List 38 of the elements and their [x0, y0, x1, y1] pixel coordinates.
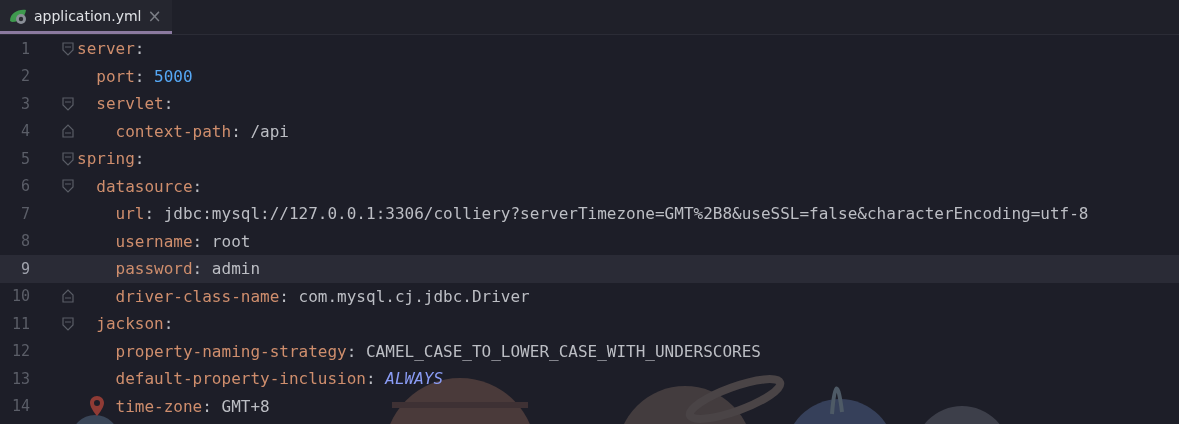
code-line: username: root: [115, 231, 251, 251]
code-line: context-path: /api: [115, 121, 289, 141]
line-number: 3: [19, 94, 30, 113]
code-line: driver-class-name: com.mysql.cj.jdbc.Driver: [115, 286, 530, 306]
code-line: property-naming-strategy: CAMEL_CASE_TO_LOWER_CASE_WITH_UNDERSCORES: [115, 341, 761, 361]
line-number: 5: [19, 149, 30, 168]
code-line: port: 5000: [96, 66, 193, 86]
line-number: 8: [19, 232, 30, 251]
fold-icon[interactable]: [62, 179, 74, 194]
code-line: password: admin: [115, 259, 261, 279]
code-line: spring:: [77, 149, 145, 169]
file-tab[interactable]: application.yml ×: [0, 0, 172, 34]
fold-icon[interactable]: [62, 96, 74, 111]
line-number: 10: [10, 287, 30, 306]
code-line: servlet:: [96, 94, 174, 114]
code-line: default-property-inclusion: ALWAYS: [115, 369, 444, 389]
code-line: datasource:: [96, 176, 203, 196]
line-number: 2: [19, 67, 30, 86]
line-number: 13: [10, 369, 30, 388]
code-line: server:: [77, 39, 145, 59]
line-number: 6: [19, 177, 30, 196]
line-number: 1: [19, 39, 30, 58]
code-line: time-zone: GMT+8: [115, 396, 270, 416]
line-number: 7: [19, 204, 30, 223]
code-line: jackson:: [96, 314, 174, 334]
unfold-icon[interactable]: [62, 289, 74, 304]
line-number: 4: [19, 122, 30, 141]
fold-icon[interactable]: [62, 41, 74, 56]
line-number: 12: [10, 342, 30, 361]
line-number: 14: [10, 397, 30, 416]
line-number: 9: [19, 259, 30, 278]
pin-icon[interactable]: [90, 395, 104, 416]
close-icon[interactable]: ×: [147, 5, 162, 26]
unfold-icon[interactable]: [62, 124, 74, 139]
fold-icon[interactable]: [62, 151, 74, 166]
code-line: url: jdbc:mysql://127.0.0.1:3306/colliery?serverTimezone=GMT%2B8&useSSL=false&characterEncoding=utf-8: [115, 204, 1089, 224]
fold-icon[interactable]: [62, 316, 74, 331]
line-number: 11: [10, 314, 30, 333]
